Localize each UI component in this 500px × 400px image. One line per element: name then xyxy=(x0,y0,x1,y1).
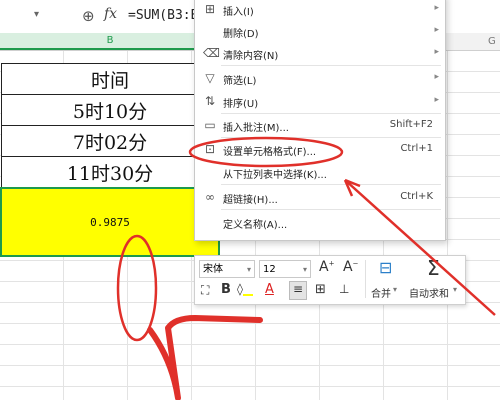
menu-item-insert-comment[interactable]: ▭ 插入批注(M)... Shift+F2 xyxy=(195,115,445,137)
cell-header-time[interactable]: 时间 xyxy=(0,63,220,95)
decrease-font-icon[interactable]: A− xyxy=(343,259,358,275)
increase-font-icon[interactable]: A+ xyxy=(319,259,334,275)
cell-time-3[interactable]: 11时30分 xyxy=(0,156,220,189)
menu-item-define-name[interactable]: 定义名称(A)... xyxy=(195,212,445,234)
menu-separator xyxy=(221,184,441,185)
menu-label: 清除内容(N) xyxy=(223,51,279,62)
submenu-arrow-icon: ▸ xyxy=(434,95,439,105)
format-painter-icon[interactable]: ⛶ xyxy=(201,283,209,298)
menu-item-insert[interactable]: ⊞ 插入(I) ▸ xyxy=(195,0,445,21)
borders-icon[interactable]: ⊞ xyxy=(315,282,326,297)
column-header-b[interactable]: B xyxy=(0,33,220,50)
autosum-button[interactable]: 自动求和 xyxy=(409,285,449,300)
chevron-down-icon: ▾ xyxy=(453,285,458,294)
menu-separator xyxy=(221,113,441,114)
menu-label: 排序(U) xyxy=(223,99,259,110)
formula-input[interactable]: =SUM(B3:B xyxy=(128,8,198,23)
cell-time-1[interactable]: 5时10分 xyxy=(0,94,220,126)
merge-button[interactable]: 合并 xyxy=(371,285,391,300)
toolbar-separator xyxy=(365,260,366,298)
zoom-icon[interactable]: ⊕ xyxy=(82,7,95,25)
menu-shortcut: Ctrl+K xyxy=(400,191,433,202)
fx-icon[interactable]: fx xyxy=(104,6,117,22)
menu-separator xyxy=(221,65,441,66)
submenu-arrow-icon: ▸ xyxy=(434,25,439,35)
align-center-icon[interactable]: ≡ xyxy=(289,281,307,300)
filter-icon: ▽ xyxy=(205,71,215,85)
menu-label: 插入批注(M)... xyxy=(223,123,289,134)
menu-separator xyxy=(221,209,441,210)
submenu-arrow-icon: ▸ xyxy=(434,72,439,82)
data-table: 时间 5时10分 7时02分 11时30分 0.9875 xyxy=(0,63,220,257)
font-size-select[interactable]: 12 ▾ xyxy=(259,260,311,278)
font-family-select[interactable]: 宋体 ▾ xyxy=(199,260,255,278)
cell-time-2[interactable]: 7时02分 xyxy=(0,125,220,157)
menu-item-filter[interactable]: ▽ 筛选(L) ▸ xyxy=(195,68,445,90)
menu-shortcut: Shift+F2 xyxy=(389,119,433,130)
chevron-down-icon: ▾ xyxy=(246,265,251,274)
submenu-arrow-icon: ▸ xyxy=(434,47,439,57)
namebox-dropdown-icon[interactable]: ▾ xyxy=(34,9,39,20)
fill-color-icon[interactable]: ◊ xyxy=(237,282,253,296)
hyperlink-icon: ∞ xyxy=(205,190,215,204)
menu-label: 筛选(L) xyxy=(223,76,257,87)
chevron-down-icon: ▾ xyxy=(393,285,398,294)
comment-icon: ▭ xyxy=(204,118,216,132)
format-cells-icon: ⊡ xyxy=(204,142,216,156)
menu-item-pick-from-list[interactable]: 从下拉列表中选择(K)... xyxy=(195,162,445,184)
eraser-icon: ⌫ xyxy=(203,46,220,60)
font-color-button[interactable]: A xyxy=(265,282,274,297)
menu-label: 设置单元格格式(F)... xyxy=(223,147,317,158)
menu-separator xyxy=(221,137,441,138)
cell-style-icon[interactable]: ⊥ xyxy=(339,282,349,296)
menu-label: 从下拉列表中选择(K)... xyxy=(223,170,327,181)
mini-toolbar: 宋体 ▾ 12 ▾ A+ A− ⛶ B ◊ A ≡ ⊞ ⊥ ⊟ 合并 ▾ Σ 自… xyxy=(194,255,466,305)
autosum-icon[interactable]: Σ xyxy=(427,256,440,280)
context-menu: ⊞ 插入(I) ▸ 删除(D) ▸ ⌫ 清除内容(N) ▸ ▽ 筛选(L) ▸ … xyxy=(194,0,446,241)
cell-sum-result[interactable]: 0.9875 xyxy=(0,187,220,257)
menu-label: 定义名称(A)... xyxy=(223,220,288,231)
column-header-g[interactable]: G xyxy=(488,33,500,50)
sort-icon: ⇅ xyxy=(204,94,216,108)
menu-item-sort[interactable]: ⇅ 排序(U) ▸ xyxy=(195,91,445,113)
menu-label: 删除(D) xyxy=(223,29,259,40)
font-size-value: 12 xyxy=(263,264,276,275)
menu-shortcut: Ctrl+1 xyxy=(400,143,433,154)
menu-label: 超链接(H)... xyxy=(223,195,278,206)
font-family-value: 宋体 xyxy=(203,264,223,275)
insert-icon: ⊞ xyxy=(204,2,216,16)
menu-item-delete[interactable]: 删除(D) ▸ xyxy=(195,21,445,43)
bold-button[interactable]: B xyxy=(221,282,231,297)
menu-item-clear-contents[interactable]: ⌫ 清除内容(N) ▸ xyxy=(195,43,445,65)
chevron-down-icon: ▾ xyxy=(302,265,307,274)
menu-label: 插入(I) xyxy=(223,7,254,18)
merge-icon[interactable]: ⊟ xyxy=(379,258,392,277)
submenu-arrow-icon: ▸ xyxy=(434,3,439,13)
menu-item-format-cells[interactable]: ⊡ 设置单元格格式(F)... Ctrl+1 xyxy=(195,139,445,161)
menu-item-hyperlink[interactable]: ∞ 超链接(H)... Ctrl+K xyxy=(195,187,445,209)
